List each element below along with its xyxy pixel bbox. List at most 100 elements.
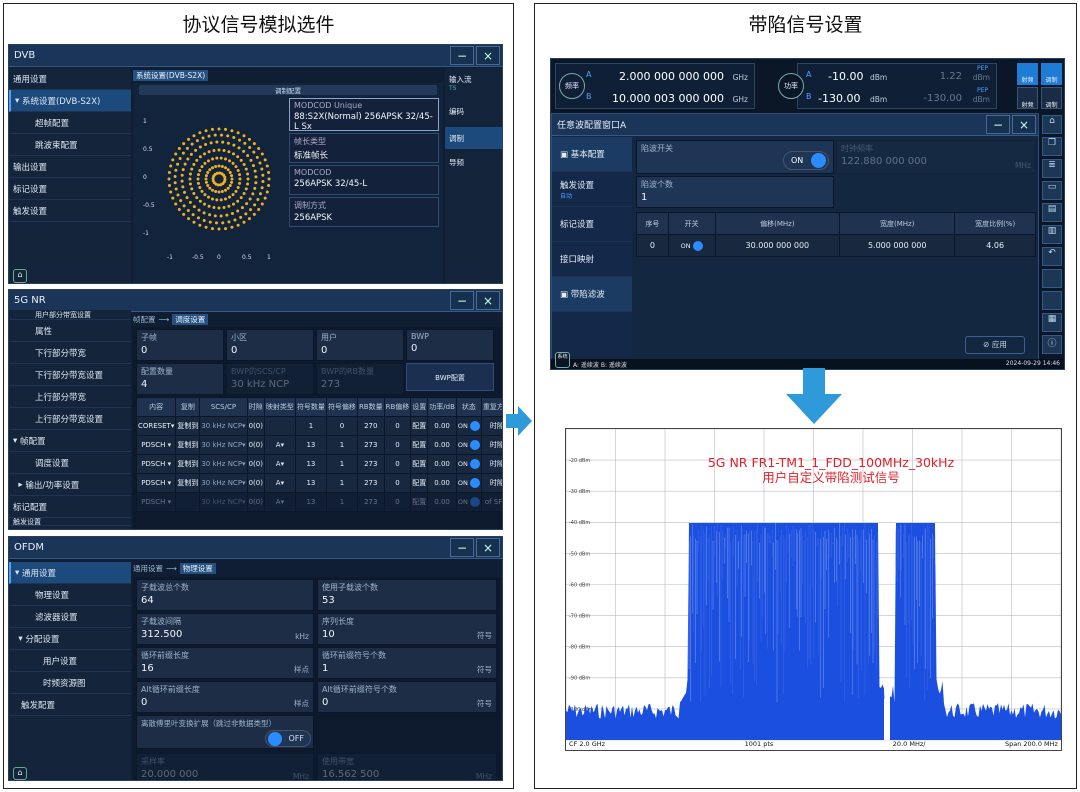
crumb-item[interactable]: 系统设置(DVB-S2X) <box>133 69 209 81</box>
table-row[interactable]: PDSCH ▾ 30 kHz NCP▾ 0(0) A▾ 13 1 273 0 配置 0.00 ON … <box>135 492 502 512</box>
minimize-button[interactable]: − <box>986 115 1010 134</box>
table-cell[interactable]: A▾ <box>263 492 296 512</box>
table-cell[interactable]: 0 <box>383 473 412 493</box>
sidebar-item[interactable]: ▾ 系统设置(DVB-S2X) <box>9 90 131 112</box>
table-cell[interactable]: 30 kHz NCP▾ <box>199 416 248 436</box>
table-cell[interactable]: PDSCH ▾ <box>135 435 177 455</box>
table-row[interactable]: PDSCH ▾ 复制到 30 kHz NCP▾ 0(0) A▾ 13 1 273 0 配置 0.00… <box>135 454 502 474</box>
subcarrier-total-cell[interactable]: 子载波总个数 64 <box>136 579 314 611</box>
apply-button[interactable]: ⊘ 应用 <box>965 336 1025 354</box>
minimize-button[interactable]: − <box>450 46 474 65</box>
sidebar-item[interactable]: 跳波束配置 <box>9 134 131 156</box>
sidebar-item[interactable]: ▣ 基本配置 <box>552 137 632 172</box>
table-cell[interactable]: ON <box>455 454 482 474</box>
table-cell[interactable]: 273 <box>356 492 385 512</box>
table-cell[interactable]: of SF 0 <box>480 492 502 512</box>
table-cell[interactable] <box>175 492 201 512</box>
table-cell[interactable]: 0(0) <box>246 492 265 512</box>
table-cell[interactable]: A▾ <box>263 454 296 474</box>
table-cell[interactable]: 时隙 <box>480 416 502 436</box>
table-cell[interactable]: 13 <box>294 435 327 455</box>
table-cell[interactable]: 0(0) <box>246 416 265 436</box>
cp-symbols-cell[interactable]: 循环前缀符号个数 1 符号 <box>317 647 497 679</box>
table-cell[interactable]: 1 <box>325 473 358 493</box>
table-cell[interactable]: 4.06 <box>954 234 1036 257</box>
sidebar-item[interactable]: ▸ 输出/功率设置 <box>9 474 131 496</box>
sidebar-item[interactable]: 触发配置 <box>9 694 131 716</box>
list-icon[interactable]: ≣ <box>1042 159 1062 178</box>
state-toggle[interactable]: ON <box>458 459 480 469</box>
notch-row-toggle[interactable]: ON <box>681 240 703 251</box>
dft-toggle[interactable]: OFF <box>265 730 311 747</box>
frame-type-select[interactable]: 帧长类型 标准帧长 <box>289 133 439 163</box>
table-cell[interactable]: 0.00 <box>427 435 457 455</box>
table-cell[interactable]: 30 kHz NCP▾ <box>199 492 248 512</box>
rf-button-a[interactable]: 射频 <box>1017 63 1038 85</box>
alt-cp-length-cell[interactable]: Alt循环前缀长度 0 样点 <box>136 681 314 713</box>
power-b-value[interactable]: -130.00 <box>818 92 860 105</box>
table-cell[interactable]: 配置 <box>410 454 429 474</box>
table-cell[interactable]: 1 <box>325 454 358 474</box>
table-cell[interactable]: ON <box>455 473 482 493</box>
crumb-item[interactable]: 调度设置 <box>172 313 209 325</box>
table-cell[interactable]: 时隙 <box>480 473 502 493</box>
table-cell[interactable]: 273 <box>356 473 385 493</box>
table-cell[interactable]: 0 <box>383 435 412 455</box>
table-cell[interactable]: 0.00 <box>427 473 457 493</box>
state-toggle[interactable]: ON <box>458 497 480 507</box>
sequence-length-cell[interactable]: 序列长度 10 符号 <box>317 613 497 645</box>
sidebar-item[interactable]: ▾ 通用设置 <box>9 562 131 584</box>
table-cell[interactable]: 复制到 <box>175 416 201 436</box>
sidebar-item[interactable]: 下行部分带宽 <box>9 342 131 364</box>
close-button[interactable]: × <box>1012 115 1036 134</box>
sidebar-item[interactable]: 触发设置 <box>9 200 131 222</box>
subframe-cell[interactable]: 子帧 0 <box>136 329 224 361</box>
sidebar-item[interactable]: 标记配置 <box>9 496 131 518</box>
table-cell[interactable]: 0.00 <box>427 492 457 512</box>
state-toggle[interactable]: ON <box>458 440 480 450</box>
table-row[interactable]: PDSCH ▾ 复制到 30 kHz NCP▾ 0(0) A▾ 13 1 273 0 配置 0.00… <box>135 435 502 455</box>
sidebar-item[interactable]: 滤波器设置 <box>9 606 131 628</box>
table-cell[interactable]: 配置 <box>410 435 429 455</box>
table-cell[interactable]: 0(0) <box>246 454 265 474</box>
sidebar-item[interactable]: ▾ 分配设置 <box>9 628 131 650</box>
alt-cp-symbols-cell[interactable]: Alt循环前缀符号个数 0 符号 <box>317 681 497 713</box>
table-cell[interactable]: 13 <box>294 454 327 474</box>
table-cell[interactable]: 复制到 <box>175 454 201 474</box>
modcod-unique-select[interactable]: MODCOD Unique 88:S2X(Normal) 256APSK 32/4… <box>289 98 439 132</box>
minimize-button[interactable]: − <box>450 291 474 310</box>
table-cell[interactable]: 5.000 000 000 <box>839 234 956 257</box>
system-icon[interactable]: ⌂ <box>13 269 27 283</box>
cell-cell[interactable]: 小区 0 <box>226 329 314 361</box>
sidebar-item[interactable]: 上行部分带宽设置 <box>9 408 131 430</box>
modulation-select[interactable]: 调制方式 256APSK <box>289 197 439 227</box>
sidebar-item[interactable]: 触发设置 <box>9 518 131 526</box>
sidebar-item[interactable]: 上行部分带宽 <box>9 386 131 408</box>
file-icon[interactable]: ▥ <box>1042 225 1062 244</box>
subcarrier-spacing-cell[interactable]: 子载波间隔 312.500 kHz <box>136 613 314 645</box>
table-cell[interactable]: 配置 <box>410 492 429 512</box>
crumb-item[interactable]: 通用设置 <box>133 563 163 574</box>
minimize-button[interactable]: − <box>450 538 474 557</box>
table-cell[interactable]: 时隙 <box>480 435 502 455</box>
sidebar-item[interactable]: 下行部分带宽设置 <box>9 364 131 386</box>
sidebar-item[interactable]: 用户设置 <box>9 650 131 672</box>
table-cell[interactable]: PDSCH ▾ <box>135 454 177 474</box>
sidebar-item[interactable]: 超帧配置 <box>9 112 131 134</box>
blank-icon[interactable] <box>1042 269 1062 288</box>
sidebar-item[interactable]: 用户部分带宽设置 <box>9 310 131 320</box>
table-cell[interactable]: 270 <box>356 416 385 436</box>
system-icon[interactable]: ⌂ <box>13 767 27 780</box>
info-icon[interactable]: ⓘ <box>1042 335 1062 354</box>
modcod-select[interactable]: MODCOD 256APSK 32/45-L <box>289 165 439 195</box>
freq-b-value[interactable]: 10.000 003 000 000 <box>612 92 724 105</box>
config-count-cell[interactable]: 配置数量 4 <box>136 363 224 395</box>
table-cell[interactable]: 0 <box>325 416 358 436</box>
tab-modulation[interactable]: 调制 <box>445 127 502 149</box>
table-cell[interactable]: 0 <box>383 454 412 474</box>
table-cell[interactable]: ON <box>667 234 716 257</box>
table-cell[interactable]: 复制到 <box>175 435 201 455</box>
rf-button-b[interactable]: 射频 <box>1017 87 1038 109</box>
notch-count-cell[interactable]: 陷波个数 1 <box>636 176 834 208</box>
table-row[interactable]: PDSCH ▾ 复制到 30 kHz NCP▾ 0(0) A▾ 13 1 273 0 配置 0.00… <box>135 473 502 493</box>
